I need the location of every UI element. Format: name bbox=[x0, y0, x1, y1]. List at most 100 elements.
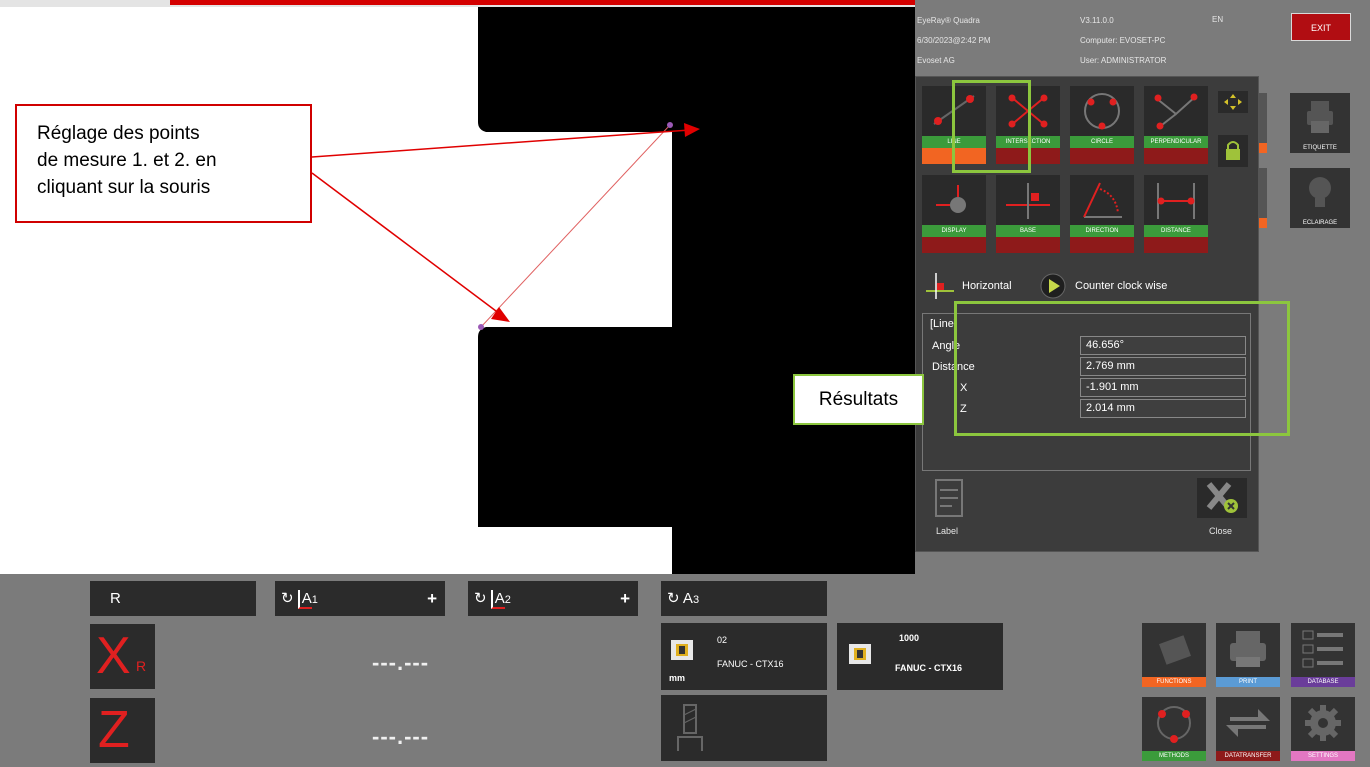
machine-card-2[interactable]: 1000 FANUC - CTX16 bbox=[837, 623, 1003, 690]
eclairage-label: ECLAIRAGE bbox=[1302, 220, 1338, 226]
horizontal-label: Horizontal bbox=[962, 280, 1012, 292]
plus-icon[interactable]: + bbox=[427, 581, 437, 616]
print-tile[interactable]: PRINT bbox=[1216, 623, 1280, 687]
machine-icon bbox=[671, 640, 693, 660]
machine-1-unit: mm bbox=[669, 673, 686, 683]
settings-tile[interactable]: SETTINGS bbox=[1291, 697, 1355, 761]
tool-base-state bbox=[996, 237, 1060, 253]
camera-viewport[interactable]: Réglage des points de mesure 1. et 2. en… bbox=[0, 7, 915, 574]
close-button-text: Close bbox=[1209, 526, 1233, 536]
tool-perpendicular-state bbox=[1144, 148, 1208, 164]
version: V3.11.0.0 bbox=[1080, 16, 1114, 25]
axis-r-header: R bbox=[90, 581, 256, 616]
datatransfer-label: DATATRANSFER bbox=[1216, 751, 1280, 761]
functions-tile[interactable]: FUNCTIONS bbox=[1142, 623, 1206, 687]
progress-strip bbox=[0, 0, 915, 7]
datatransfer-tile[interactable]: DATATRANSFER bbox=[1216, 697, 1280, 761]
tool-display-state bbox=[922, 237, 986, 253]
rotate-icon: ↻ bbox=[667, 590, 680, 607]
gear-icon bbox=[1305, 705, 1341, 741]
axis-a1-label: A bbox=[297, 590, 312, 609]
move-panel-button[interactable] bbox=[1218, 91, 1248, 113]
datetime: 6/30/2023@2:42 PM bbox=[917, 36, 991, 45]
move-arrows-icon bbox=[1224, 94, 1242, 110]
machine-2-name: FANUC - CTX16 bbox=[895, 663, 963, 673]
tool-circle[interactable]: CIRCLE bbox=[1070, 86, 1134, 164]
counter-clockwise-icon[interactable] bbox=[1038, 271, 1068, 301]
axis-x-label: X bbox=[96, 627, 131, 685]
axis-x-box: X R bbox=[90, 624, 155, 689]
tool-display-label: DISPLAY bbox=[922, 225, 986, 237]
axis-a2-header[interactable]: ↻ A2 + bbox=[468, 581, 638, 616]
results-title: [Line] bbox=[930, 318, 957, 330]
highlight-results bbox=[954, 301, 1290, 436]
points-callout: Réglage des points de mesure 1. et 2. en… bbox=[15, 104, 312, 223]
axis-z-label: Z bbox=[98, 701, 130, 759]
tool-perpendicular[interactable]: PERPENDICULAR bbox=[1144, 86, 1208, 164]
axis-a2-sub: 2 bbox=[504, 594, 511, 606]
distance-tool-icon bbox=[1157, 183, 1195, 219]
printer-icon bbox=[1230, 631, 1266, 667]
rotate-icon: ↻ bbox=[474, 590, 487, 607]
print-label: PRINT bbox=[1216, 677, 1280, 687]
close-icon[interactable] bbox=[1195, 476, 1249, 520]
methods-label: METHODS bbox=[1142, 751, 1206, 761]
tool-display[interactable]: DISPLAY bbox=[922, 175, 986, 253]
machine-1-id: 02 bbox=[717, 635, 728, 645]
axis-a2-label: A bbox=[490, 590, 505, 609]
tool-distance-state bbox=[1144, 237, 1208, 253]
tool-direction[interactable]: DIRECTION bbox=[1070, 175, 1134, 253]
x-readout: ---.--- bbox=[372, 650, 430, 675]
tool-distance-label: DISTANCE bbox=[1144, 225, 1208, 237]
computer-name: Computer: EVOSET-PC bbox=[1080, 36, 1166, 45]
perpendicular-tool-icon bbox=[1154, 93, 1198, 130]
label-button-text: Label bbox=[936, 526, 959, 536]
transfer-icon bbox=[1226, 709, 1270, 737]
axis-r-label: R bbox=[110, 590, 121, 607]
lock-button[interactable] bbox=[1218, 135, 1248, 167]
base-tool-icon bbox=[1006, 183, 1050, 219]
progress-strip-fill bbox=[170, 0, 915, 5]
eclairage-tile[interactable]: ECLAIRAGE bbox=[1290, 168, 1350, 228]
axis-a1-header[interactable]: ↻ A1 + bbox=[275, 581, 445, 616]
tool-base[interactable]: BASE bbox=[996, 175, 1060, 253]
database-tile[interactable]: DATABASE bbox=[1291, 623, 1355, 687]
methods-icon bbox=[1157, 706, 1191, 743]
circle-tool-icon bbox=[1084, 93, 1120, 130]
tool-direction-state bbox=[1070, 237, 1134, 253]
lock-icon bbox=[1226, 141, 1240, 160]
display-tool-icon bbox=[936, 185, 966, 213]
tool-card[interactable] bbox=[661, 695, 827, 761]
tool-base-label: BASE bbox=[996, 225, 1060, 237]
axis-a3-sub: 3 bbox=[692, 594, 700, 606]
axis-z-box: Z bbox=[90, 698, 155, 763]
app-root: Réglage des points de mesure 1. et 2. en… bbox=[0, 0, 1370, 767]
measure-point-2 bbox=[667, 122, 673, 128]
printer-icon bbox=[1307, 101, 1333, 133]
etiquette-tile[interactable]: ETIQUETTE bbox=[1290, 93, 1350, 153]
annotation-arrow-2 bbox=[311, 172, 501, 315]
methods-tile[interactable]: METHODS bbox=[1142, 697, 1206, 761]
label-icon[interactable] bbox=[922, 476, 976, 520]
tool-perpendicular-label: PERPENDICULAR bbox=[1144, 136, 1208, 148]
plus-icon[interactable]: + bbox=[620, 581, 630, 616]
machine-card-1[interactable]: 02 FANUC - CTX16 mm bbox=[661, 623, 827, 690]
company-name: Evoset AG bbox=[917, 56, 955, 65]
horizontal-icon[interactable] bbox=[924, 271, 956, 301]
axis-a1-sub: 1 bbox=[311, 594, 318, 606]
drill-tool-icon bbox=[677, 704, 703, 751]
measurement-line bbox=[480, 124, 671, 328]
axis-a3-header[interactable]: ↻ A3 bbox=[661, 581, 827, 616]
tool-distance[interactable]: DISTANCE bbox=[1144, 175, 1208, 253]
settings-label: SETTINGS bbox=[1291, 751, 1355, 761]
tool-circle-label: CIRCLE bbox=[1070, 136, 1134, 148]
user-name: User: ADMINISTRATOR bbox=[1080, 56, 1167, 65]
exit-button[interactable]: EXIT bbox=[1291, 13, 1351, 41]
language[interactable]: EN bbox=[1212, 15, 1223, 24]
functions-icon bbox=[1159, 635, 1191, 665]
light-bulb-icon bbox=[1309, 177, 1331, 207]
machine-1-name: FANUC - CTX16 bbox=[717, 659, 784, 669]
database-icon bbox=[1302, 630, 1343, 668]
product-name: EyeRay® Quadra bbox=[917, 16, 980, 25]
database-label: DATABASE bbox=[1291, 677, 1355, 687]
